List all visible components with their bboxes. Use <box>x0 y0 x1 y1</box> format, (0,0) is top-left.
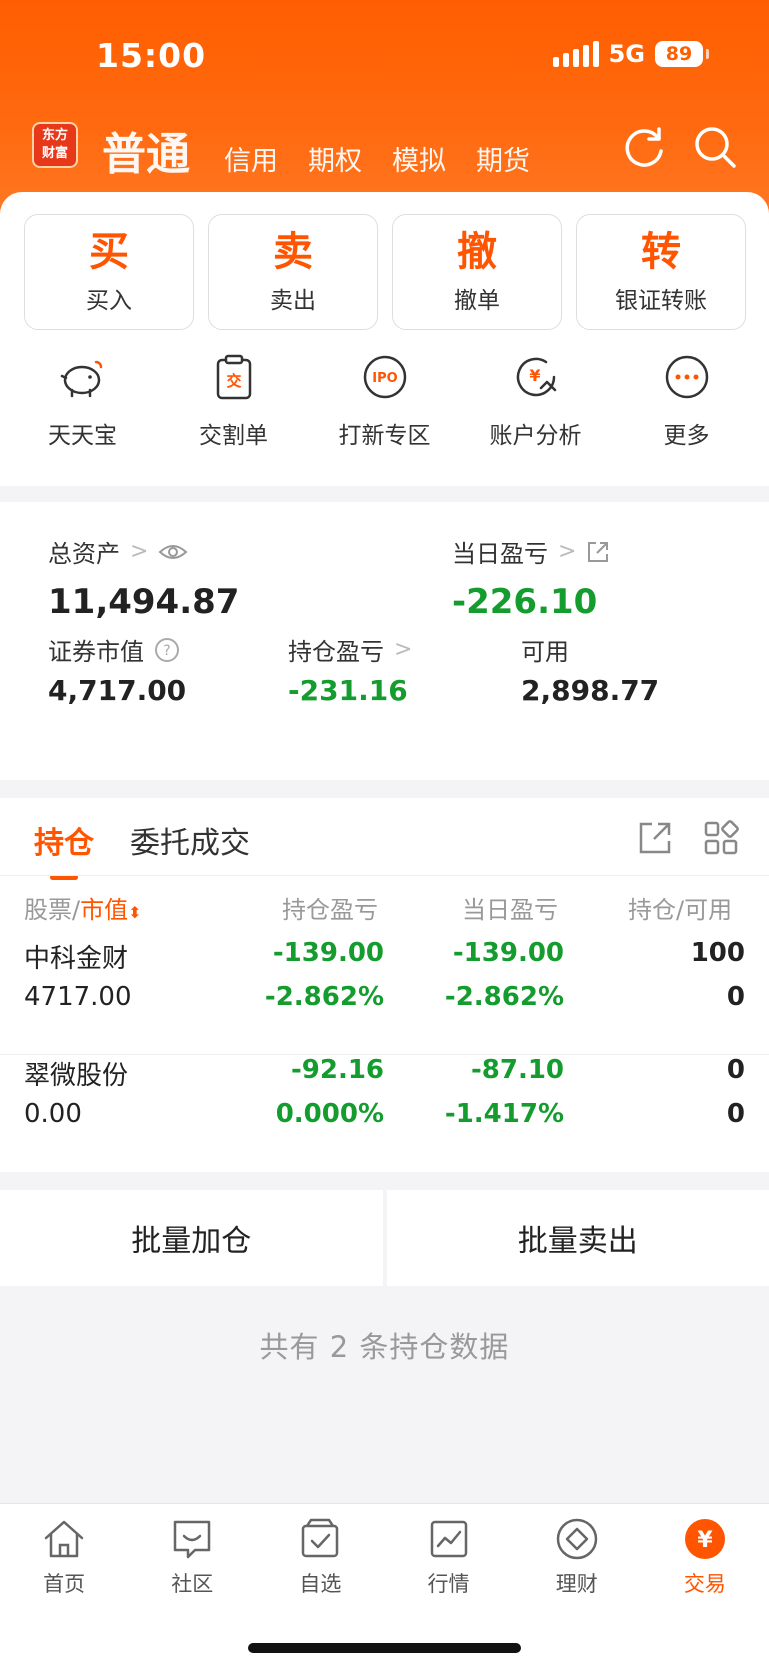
grid-layout-icon[interactable] <box>703 820 739 856</box>
tab-positions[interactable]: 持仓 <box>34 818 94 880</box>
holdings-tabs: 持仓 委托成交 <box>34 818 250 880</box>
nav-wealth[interactable]: 理财 <box>517 1516 637 1598</box>
trade-icon: ¥ <box>684 1519 725 1559</box>
battery-icon: 89 <box>655 41 709 67</box>
available-value: 2,898.77 <box>521 674 660 707</box>
tab-futures[interactable]: 期货 <box>476 139 530 182</box>
tool-account-analysis[interactable]: ¥ 账户分析 <box>460 352 611 450</box>
tool-tiantianbao[interactable]: 天天宝 <box>7 352 158 450</box>
svg-text:IPO: IPO <box>372 371 397 386</box>
network-type: 5G <box>608 40 645 68</box>
svg-text:¥: ¥ <box>529 366 540 385</box>
eye-icon[interactable] <box>158 542 188 562</box>
help-icon[interactable]: ? <box>154 637 180 663</box>
tab-orders-trades[interactable]: 委托成交 <box>130 818 250 862</box>
tab-normal[interactable]: 普通 <box>102 118 190 182</box>
tab-simulation[interactable]: 模拟 <box>392 139 446 182</box>
tool-more[interactable]: 更多 <box>611 352 762 450</box>
nav-market[interactable]: 行情 <box>389 1516 509 1598</box>
position-pl-label[interactable]: 持仓盈亏 > <box>288 632 412 667</box>
col-stock-market-value[interactable]: 股票/市值⬍ <box>24 890 142 925</box>
holdings-panel: 持仓 委托成交 股票/市值⬍ 持仓盈亏 当日盈亏 持仓/可用 中科金财 4717… <box>0 798 769 1172</box>
batch-sell-button[interactable]: 批量卖出 <box>386 1190 769 1286</box>
holdings-actions <box>637 820 739 856</box>
trade-actions-panel: 买 买入 卖 卖出 撤 撤单 转 银证转账 天天宝 交 交割单 IPO 打新专区… <box>0 192 769 486</box>
sell-button[interactable]: 卖 卖出 <box>208 214 378 330</box>
sort-icon: ⬍ <box>128 903 142 922</box>
tab-options[interactable]: 期权 <box>308 139 362 182</box>
tab-credit[interactable]: 信用 <box>224 139 278 182</box>
available-label: 可用 <box>521 638 569 666</box>
chevron-right-icon: > <box>394 637 413 662</box>
total-assets-value: 11,494.87 <box>48 582 240 622</box>
status-time: 15:00 <box>96 36 207 75</box>
share-icon[interactable] <box>586 540 610 564</box>
piggy-bank-icon <box>60 360 102 398</box>
home-indicator[interactable] <box>248 1643 521 1653</box>
nav-home[interactable]: 首页 <box>4 1516 124 1598</box>
svg-text:?: ? <box>163 643 170 659</box>
community-icon <box>173 1520 211 1559</box>
nav-trade[interactable]: ¥ 交易 <box>645 1516 765 1598</box>
position-pl-value: -231.16 <box>288 674 408 707</box>
market-value: 4,717.00 <box>48 674 187 707</box>
chevron-right-icon: > <box>558 539 577 564</box>
table-row[interactable]: 中科金财 4717.00 -139.00 -2.862% -139.00 -2.… <box>0 938 769 1054</box>
chevron-right-icon: > <box>130 539 149 564</box>
tool-ipo-zone[interactable]: IPO 打新专区 <box>309 352 460 450</box>
batch-add-button[interactable]: 批量加仓 <box>0 1190 383 1286</box>
holdings-count-text: 共有 2 条持仓数据 <box>259 1330 510 1364</box>
status-indicators: 5G 89 <box>552 40 709 68</box>
tool-settlement[interactable]: 交 交割单 <box>158 352 309 450</box>
quick-action-row: 买 买入 卖 卖出 撤 撤单 转 银证转账 <box>24 214 746 330</box>
market-icon <box>430 1520 467 1558</box>
signal-icon <box>552 41 599 67</box>
more-icon <box>665 355 708 399</box>
market-value-label[interactable]: 证券市值 ? <box>48 632 180 667</box>
batch-actions: 批量加仓 批量卖出 <box>0 1190 769 1286</box>
app-header: 15:00 5G 89 东方 财富 普通 信用 期权 模拟 期货 <box>0 0 769 215</box>
nav-watchlist[interactable]: 自选 <box>260 1516 380 1598</box>
app-logo: 东方 财富 <box>32 122 78 168</box>
col-daily-pl: 当日盈亏 <box>462 896 558 924</box>
svg-text:¥: ¥ <box>697 1528 713 1553</box>
table-row[interactable]: 翠微股份 0.00 -92.16 0.000% -87.10 -1.417% 0… <box>0 1055 769 1171</box>
watchlist-icon <box>302 1518 339 1558</box>
export-icon[interactable] <box>637 820 673 856</box>
col-position-pl: 持仓盈亏 <box>282 896 378 924</box>
account-type-tabs: 普通 信用 期权 模拟 期货 <box>102 118 560 182</box>
svg-text:交: 交 <box>226 372 241 390</box>
col-position-available: 持仓/可用 <box>628 896 733 924</box>
tool-shortcuts: 天天宝 交 交割单 IPO 打新专区 ¥ 账户分析 更多 <box>0 352 769 450</box>
daily-pl-label[interactable]: 当日盈亏 > <box>452 534 610 569</box>
bottom-navigation: 首页 社区 自选 行情 理财 ¥ 交易 <box>0 1503 769 1665</box>
bank-transfer-button[interactable]: 转 银证转账 <box>576 214 746 330</box>
cancel-order-button[interactable]: 撤 撤单 <box>392 214 562 330</box>
asset-summary: 总资产 > 11,494.87 当日盈亏 > -226.10 证券市值 ? 4,… <box>0 502 769 780</box>
total-assets-label[interactable]: 总资产 > <box>48 534 188 569</box>
nav-community[interactable]: 社区 <box>132 1516 252 1598</box>
buy-button[interactable]: 买 买入 <box>24 214 194 330</box>
clipboard-icon: 交 <box>216 354 251 400</box>
search-icon[interactable] <box>692 124 738 170</box>
divider <box>0 875 769 876</box>
ipo-icon: IPO <box>363 355 406 399</box>
refresh-icon[interactable] <box>622 124 668 170</box>
daily-pl-value: -226.10 <box>452 582 598 622</box>
home-icon <box>44 1520 84 1558</box>
wealth-icon <box>556 1518 597 1560</box>
yuan-chart-icon: ¥ <box>516 357 556 397</box>
